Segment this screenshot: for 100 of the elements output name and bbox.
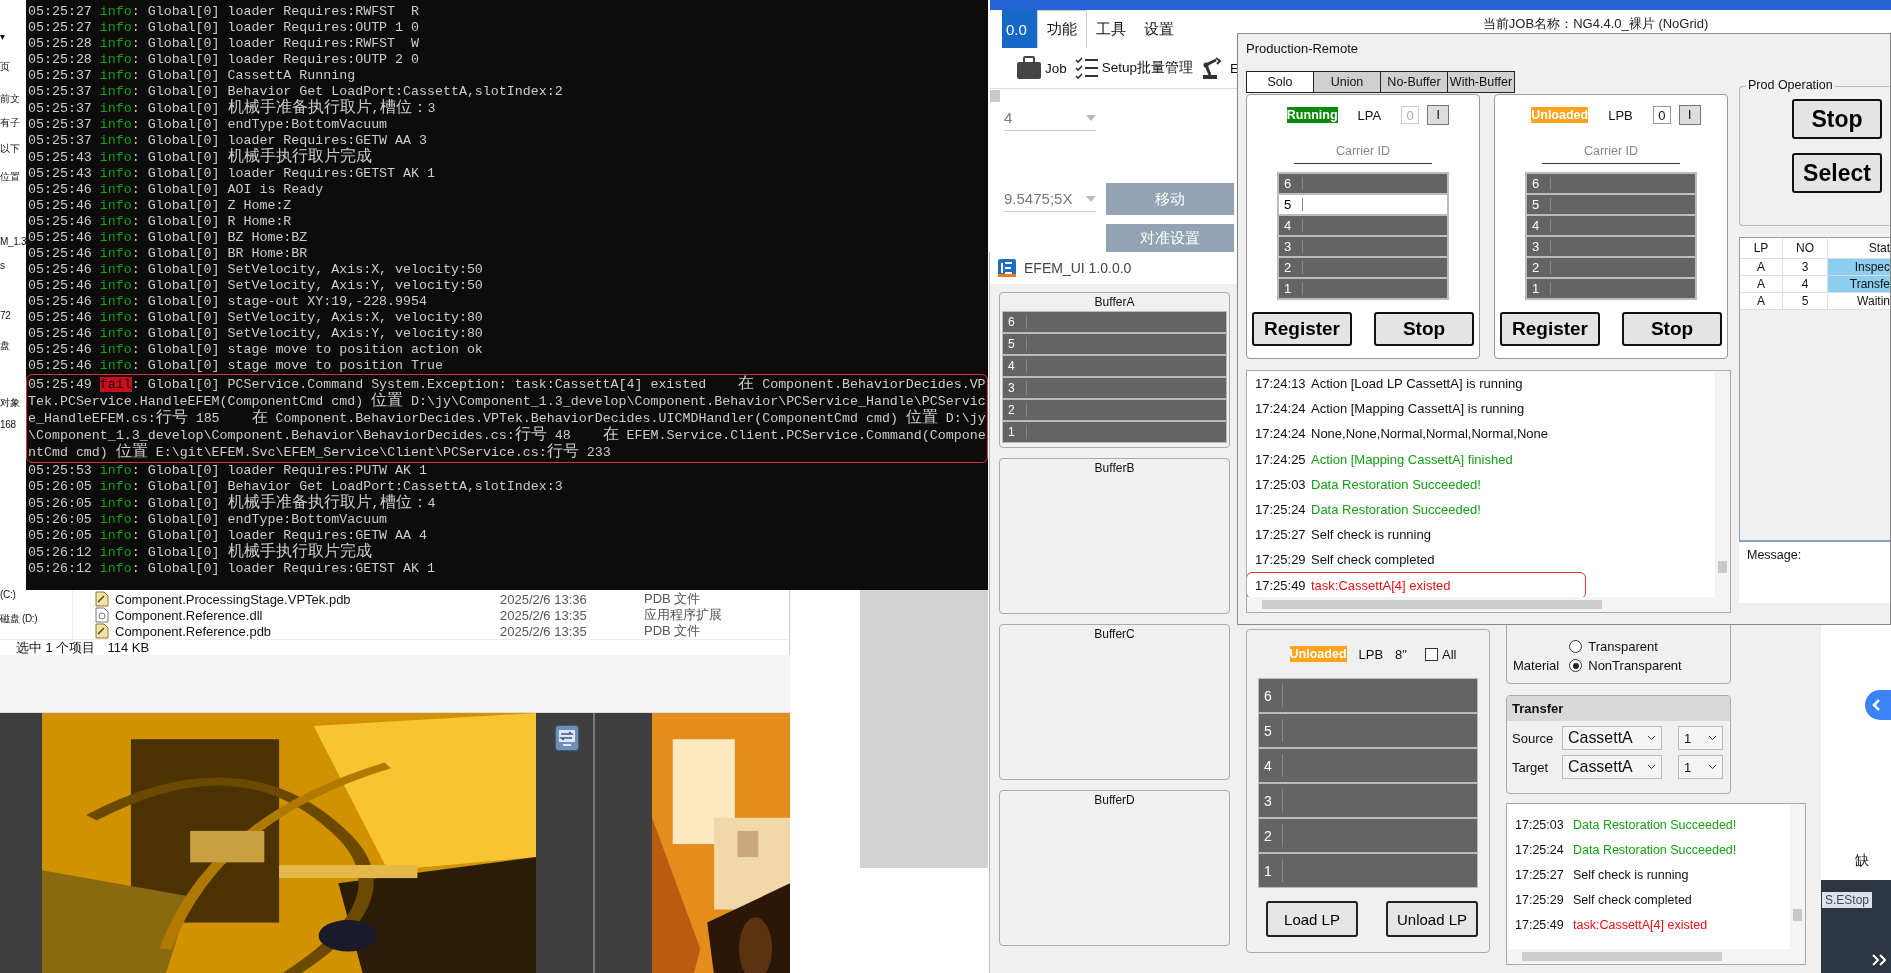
log-entry: 17:24:24 Action [Mapping CassettA] is running [1254,400,1526,419]
dropdown[interactable]: CassettA [1562,726,1662,750]
slot-bar[interactable]: 4 [1526,215,1696,236]
sidebar-item[interactable]: 对象 [0,396,20,410]
chevron-down-icon [1708,764,1717,770]
table-cell: A [1740,276,1783,292]
console-line: 05:25:46 info: Global[0] stage move to position action ok [28,342,484,358]
ribbon-tab[interactable]: 设置 [1134,10,1183,48]
collapse-icon[interactable] [1865,690,1891,720]
port-button[interactable]: Register [1500,312,1600,346]
radio-label[interactable]: Transparent [1588,639,1658,654]
slot-bar[interactable]: 3 [1278,236,1448,257]
slot-bar[interactable]: 2 [1002,399,1227,421]
dropdown[interactable]: 1 [1678,726,1723,750]
console-line: 05:25:43 info: Global[0] loader Requires:GETST AK 1 [28,166,436,182]
port-button[interactable]: Stop [1622,312,1722,346]
slot-bar[interactable]: 4 [1258,748,1478,783]
slot-bar[interactable]: 1 [1278,278,1448,299]
column-header[interactable]: NO [1783,238,1828,258]
operation-button[interactable]: Stop [1792,99,1882,139]
status-text: 选中 1 个项目 [16,638,96,657]
column-header[interactable]: Stat [1828,238,1890,258]
checkbox[interactable] [1424,647,1438,661]
estop-label[interactable]: S.EStop [1822,892,1873,908]
log-entry: 17:25:24 Data Restoration Succeeded! [1254,501,1482,520]
slot-bar[interactable]: 1 [1002,421,1227,443]
swap-icon[interactable] [555,725,579,751]
sidebar-item[interactable]: (C:) [0,588,16,602]
slot-bar[interactable]: 5 [1526,194,1696,215]
radio-label[interactable]: NonTransparent [1588,658,1682,673]
slot-bar[interactable]: 2 [1278,257,1448,278]
slot-bar[interactable]: 5 [1002,333,1227,355]
console-line: 05:26:05 info: Global[0] loader Requires:GETW AA 4 [28,528,428,543]
sidebar-item[interactable]: ▾ [0,30,5,44]
slot-bar[interactable]: 4 [1002,355,1227,377]
sidebar-item[interactable]: 前文 [0,92,20,106]
dropdown[interactable]: 9.5475;5X [1004,186,1096,212]
load-port-button[interactable]: Unload LP [1386,901,1478,937]
port-button[interactable]: Register [1252,312,1352,346]
console-line: 05:25:46 info: Global[0] SetVelocity, Axis:X, velocity:80 [28,310,484,326]
file-name[interactable]: Component.Reference.pdb [115,623,272,639]
material-label: Material [1513,658,1560,673]
slot-bar[interactable]: 3 [1526,236,1696,257]
tab[interactable]: Union [1313,71,1381,93]
operation-button[interactable]: Select [1792,153,1882,193]
file-type: PDB 文件 [644,622,701,639]
tab[interactable]: Solo [1246,71,1314,93]
load-port-button[interactable]: Load LP [1266,901,1358,937]
file-name[interactable]: Component.Reference.dll [115,607,263,623]
radio-button[interactable] [1569,659,1583,672]
radio-button[interactable] [1569,640,1583,653]
scrollbar[interactable] [1247,597,1730,612]
slot-bar[interactable]: 2 [1258,818,1478,853]
ribbon-tab[interactable]: 0.0 [1002,10,1037,48]
ribbon-tab[interactable]: 功能 [1036,10,1087,48]
scrollbar[interactable] [990,90,1000,102]
slot-bar[interactable]: 3 [1258,783,1478,818]
dropdown[interactable]: 4 [1004,105,1096,131]
log-entry: 17:25:49 task:CassettA[4] existed [1514,917,1709,935]
sidebar-item[interactable]: s [0,259,5,273]
toggle-button[interactable]: I [1678,105,1701,125]
count-field[interactable]: 0 [1652,106,1671,124]
port-button[interactable]: Stop [1374,312,1474,346]
slot-bar[interactable]: 4 [1278,215,1448,236]
slot-bar[interactable]: 3 [1002,377,1227,399]
toggle-button[interactable]: I [1427,105,1450,125]
toolbar-button[interactable]: Job [1016,56,1067,80]
dropdown[interactable]: CassettA [1562,755,1662,779]
column-header[interactable]: LP [1740,238,1783,258]
scrollbar[interactable] [1507,949,1805,964]
dropdown[interactable]: 1 [1678,755,1723,779]
sidebar-item[interactable]: 磁盘 (D:) [0,612,38,626]
scrollbar[interactable] [1715,371,1730,597]
slot-bar[interactable]: 6 [1002,311,1227,333]
toolbar-button[interactable]: Setup批量管理 [1074,56,1194,80]
checkbox-label[interactable]: All [1441,646,1457,662]
slot-bar[interactable]: 1 [1526,278,1696,299]
slot-bar[interactable]: 5 [1278,194,1448,215]
sidebar-item[interactable]: 168 [0,418,16,432]
ribbon-tab[interactable]: 工具 [1086,10,1135,48]
slot-bar[interactable]: 6 [1258,678,1478,713]
sidebar-item[interactable]: 位置 [0,170,20,184]
slot-bar[interactable]: 6 [1278,173,1448,194]
sidebar-item[interactable]: 72 [0,309,11,323]
slot-bar[interactable]: 1 [1258,853,1478,888]
briefcase-icon [1016,56,1042,80]
tab[interactable]: No-Buffer [1380,71,1448,93]
slot-bar[interactable]: 5 [1258,713,1478,748]
double-chevron-icon[interactable] [1871,953,1887,967]
sidebar-item[interactable]: 页 [0,60,10,74]
buffer-title: BufferA [1094,295,1135,309]
scrollbar[interactable] [1790,804,1805,949]
slot-bar[interactable]: 6 [1526,173,1696,194]
slot-bar[interactable]: 2 [1526,257,1696,278]
sidebar-item[interactable]: 有子 [0,116,20,130]
file-name[interactable]: Component.ProcessingStage.VPTek.pdb [115,591,351,607]
sidebar-item[interactable]: 以下 [0,142,20,156]
sidebar-item[interactable]: M_1.3 [0,235,27,249]
sidebar-item[interactable]: 盘 [0,339,10,353]
tab[interactable]: With-Buffer [1447,71,1515,93]
